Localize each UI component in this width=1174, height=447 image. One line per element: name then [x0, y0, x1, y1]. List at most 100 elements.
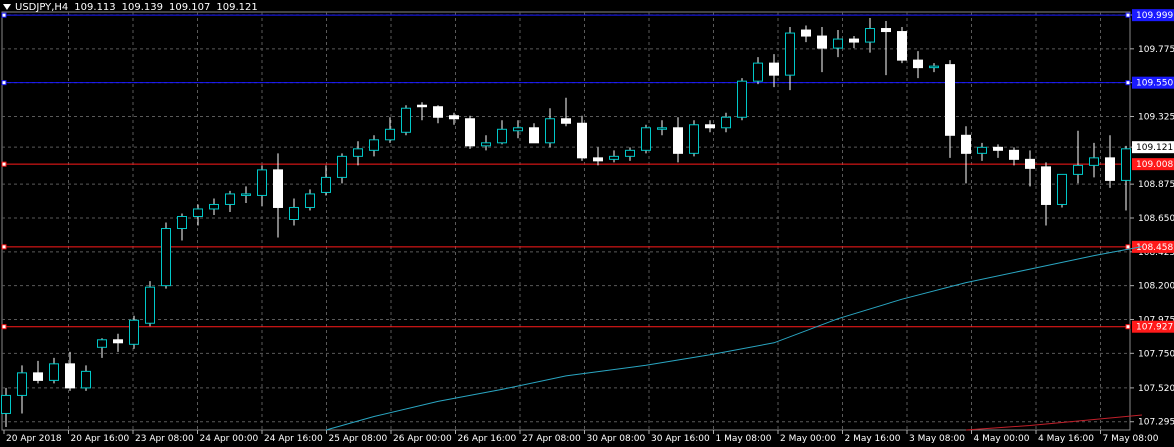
x-tick-label: 26 Apr 16:00	[458, 434, 517, 444]
candle-bull	[1121, 148, 1131, 181]
candle-bear	[561, 118, 571, 124]
candle-bull	[337, 155, 347, 178]
level-handle-left[interactable]	[1, 80, 7, 86]
candle-bear	[705, 124, 715, 129]
candle-bull	[145, 286, 155, 324]
candle-bull	[865, 28, 875, 43]
x-tick-label: 7 May 08:00	[1103, 434, 1159, 444]
x-tick-label: 2 May 16:00	[845, 434, 901, 444]
y-tick-label: 109.325	[1138, 113, 1174, 123]
candle-bear	[1025, 158, 1035, 169]
candle-bear	[1041, 166, 1051, 205]
high-value: 109.139	[121, 2, 164, 13]
price-chart[interactable]: 20 Apr 2018 20 Apr 16:00 23 Apr 08:00 24 Ap…	[0, 0, 1174, 447]
x-tick-label: 24 Apr 16:00	[264, 434, 323, 444]
y-tick-label: 107.295	[1138, 418, 1174, 428]
level-handle-left[interactable]	[1, 161, 7, 167]
triangle-down-icon[interactable]	[3, 4, 11, 10]
candle-bull	[401, 107, 411, 133]
candle-bear	[881, 28, 891, 33]
level-handle-right[interactable]	[1125, 12, 1131, 18]
candle-bull	[129, 319, 139, 345]
x-tick-label: 4 May 00:00	[974, 434, 1030, 444]
candle-bear	[33, 372, 43, 381]
moving-average-line	[325, 246, 1143, 431]
candle-bull	[929, 65, 939, 69]
candle-bull	[97, 339, 107, 348]
candle-bull	[737, 80, 747, 118]
level-handle-right[interactable]	[1125, 324, 1131, 330]
x-tick-label: 3 May 08:00	[909, 434, 965, 444]
candle-bull	[513, 127, 523, 132]
candle-bear	[849, 38, 859, 43]
level-handle-left[interactable]	[1, 12, 7, 18]
x-tick-label: 4 May 16:00	[1038, 434, 1094, 444]
candle-bull	[209, 203, 219, 210]
y-tick-label: 109.775	[1138, 45, 1174, 55]
candle-bull	[321, 176, 331, 193]
x-tick-label: 30 Apr 16:00	[651, 434, 710, 444]
candle-bear	[433, 106, 443, 118]
candle-bear	[769, 62, 779, 76]
chart-window[interactable]: 20 Apr 2018 20 Apr 16:00 23 Apr 08:00 24 Ap…	[0, 0, 1174, 447]
candle-bull	[1073, 164, 1083, 175]
symbol-info: USDJPY,H4 109.113 109.139 109.107 109.121	[3, 2, 264, 13]
level-price-label: 109.550	[1136, 79, 1173, 89]
candle-bear	[593, 157, 603, 162]
candle-bear	[945, 64, 955, 136]
candle-bear	[465, 118, 475, 147]
candle-bull	[241, 193, 251, 196]
candle-bull	[721, 116, 731, 129]
x-tick-label: 1 May 08:00	[716, 434, 772, 444]
candle-bull	[1057, 173, 1067, 205]
candle-bear	[577, 122, 587, 159]
close-value: 109.121	[216, 2, 258, 13]
candle-bull	[353, 148, 363, 157]
level-price-label: 107.927	[1136, 323, 1173, 333]
candle-bull	[641, 127, 651, 151]
x-tick-label: 27 Apr 08:00	[522, 434, 581, 444]
y-tick-label: 107.750	[1138, 349, 1174, 359]
y-tick-label: 108.650	[1138, 214, 1174, 224]
candle-bull	[689, 124, 699, 154]
level-handle-right[interactable]	[1125, 80, 1131, 86]
candle-bear	[993, 146, 1003, 151]
candle-bull	[305, 193, 315, 208]
candle-bear	[673, 127, 683, 154]
candle-bull	[1089, 157, 1099, 166]
level-handle-left[interactable]	[1, 244, 7, 250]
candle-bull	[17, 372, 27, 396]
x-tick-label: 20 Apr 16:00	[71, 434, 130, 444]
level-price-label: 109.999	[1136, 11, 1173, 21]
candle-bear	[65, 363, 75, 389]
symbol-label: USDJPY,H4	[15, 2, 69, 13]
candle-bear	[113, 339, 123, 344]
candle-bull	[177, 215, 187, 230]
candle-bull	[289, 206, 299, 220]
candle-bull	[785, 32, 795, 76]
candle-bear	[801, 29, 811, 37]
level-price-label: 108.458	[1136, 243, 1173, 253]
y-tick-label: 107.520	[1138, 384, 1174, 394]
candle-bear	[1105, 157, 1115, 181]
moving-average-red-line	[965, 414, 1143, 431]
x-tick-label: 20 Apr 2018	[6, 434, 62, 444]
candle-bull	[481, 142, 491, 147]
level-handle-left[interactable]	[1, 324, 7, 330]
candle-bull	[833, 38, 843, 49]
candle-bear	[529, 127, 539, 144]
candle-bull	[625, 149, 635, 157]
level-price-label: 109.008	[1136, 160, 1173, 170]
x-tick-label: 30 Apr 08:00	[587, 434, 646, 444]
candle-bull	[257, 169, 267, 196]
candle-bear	[913, 59, 923, 69]
x-tick-label: 26 Apr 00:00	[393, 434, 452, 444]
candle-bull	[193, 208, 203, 217]
level-handle-right[interactable]	[1125, 244, 1131, 250]
candle-bull	[225, 193, 235, 205]
current-price-label: 109.121	[1136, 143, 1173, 153]
candle-bull	[609, 155, 619, 160]
candle-bull	[49, 363, 59, 381]
candle-bear	[449, 115, 459, 120]
candle-bear	[273, 169, 283, 208]
